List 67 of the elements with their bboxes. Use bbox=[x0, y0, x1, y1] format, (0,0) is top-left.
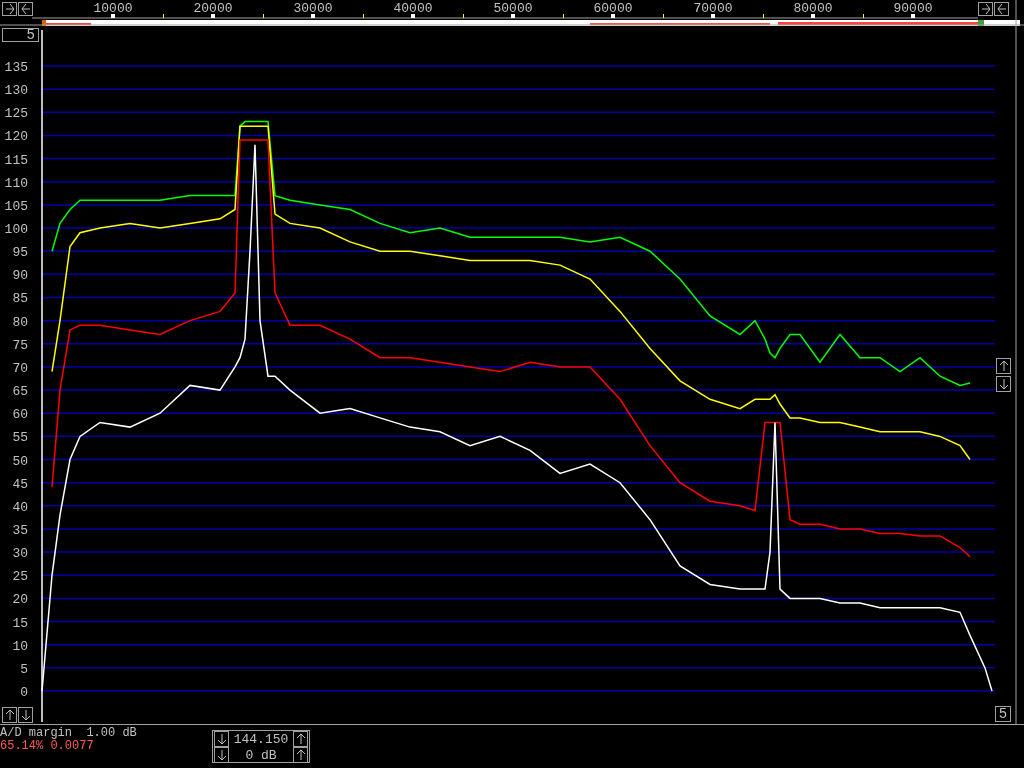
arrow-left-icon bbox=[996, 3, 1007, 15]
axis-tick-label: 125 bbox=[4, 106, 28, 122]
axis-tick-label: 105 bbox=[4, 198, 28, 214]
axis-tick-label: 20000 bbox=[193, 1, 233, 16]
axis-tick-label: 15 bbox=[12, 615, 28, 631]
axis-tick-label: 90000 bbox=[893, 1, 933, 16]
axis-tick-label: 65 bbox=[12, 384, 28, 400]
axis-tick-label: 70 bbox=[12, 360, 28, 376]
axis-tick-label: 110 bbox=[4, 175, 28, 191]
arrow-up-button[interactable] bbox=[293, 747, 308, 763]
arrow-down-icon bbox=[998, 378, 1009, 390]
axis-tick-label: 40000 bbox=[393, 1, 433, 16]
ad-margin-text: A/D margin 1.00 dB bbox=[0, 727, 138, 740]
arrow-left-icon bbox=[20, 3, 31, 15]
axis-tick-label: 0 bbox=[20, 685, 28, 700]
axis-tick-label: 75 bbox=[12, 337, 28, 353]
scale-step-button[interactable]: 5 bbox=[995, 706, 1011, 722]
axis-tick-label: 115 bbox=[4, 152, 28, 168]
arrow-up-button[interactable] bbox=[996, 358, 1011, 374]
axis-tick-label: 5 bbox=[20, 661, 28, 677]
axis-tick-label: 10 bbox=[12, 638, 28, 654]
arrow-left-button[interactable] bbox=[18, 2, 33, 16]
axis-tick-label: 20 bbox=[12, 592, 28, 608]
arrow-right-button[interactable] bbox=[2, 2, 17, 16]
axis-tick-label: 90 bbox=[12, 268, 28, 284]
axis-tick-label: 120 bbox=[4, 129, 28, 145]
axis-tick-label: 80000 bbox=[793, 1, 833, 16]
axis-tick-label: 100 bbox=[4, 222, 28, 238]
arrow-right-icon bbox=[980, 3, 991, 15]
arrow-right-icon bbox=[4, 3, 15, 15]
arrow-down-button[interactable] bbox=[214, 731, 229, 747]
arrow-down-button[interactable] bbox=[996, 376, 1011, 392]
arrow-right-button[interactable] bbox=[978, 2, 993, 16]
axis-tick-label: 50000 bbox=[493, 1, 533, 16]
axis-tick-label: 80 bbox=[12, 314, 28, 330]
axis-tick-label: 70000 bbox=[693, 1, 733, 16]
axis-tick-label: 135 bbox=[4, 60, 28, 75]
arrow-up-icon bbox=[295, 733, 306, 745]
zoom-level-button[interactable]: 5 bbox=[2, 28, 39, 42]
axis-tick-label: 55 bbox=[12, 430, 28, 446]
gain-value: 0 dB bbox=[244, 747, 278, 763]
arrow-up-icon bbox=[295, 749, 306, 761]
axis-tick-label: 50 bbox=[12, 453, 28, 469]
axis-tick-label: 25 bbox=[12, 569, 28, 585]
axis-tick-label: 30 bbox=[12, 546, 28, 562]
arrow-down-icon bbox=[216, 749, 227, 761]
arrow-up-icon bbox=[4, 709, 15, 721]
axis-tick-label: 40 bbox=[12, 499, 28, 515]
arrow-left-button[interactable] bbox=[994, 2, 1009, 16]
arrow-down-button[interactable] bbox=[214, 747, 229, 763]
axis-tick-label: 35 bbox=[12, 522, 28, 538]
arrow-up-button[interactable] bbox=[2, 707, 17, 723]
arrow-up-button[interactable] bbox=[293, 731, 308, 747]
axis-tick-label: 95 bbox=[12, 245, 28, 261]
frequency-value: 144.150 bbox=[232, 731, 290, 747]
arrow-down-icon bbox=[216, 733, 227, 745]
arrow-up-icon bbox=[998, 360, 1009, 372]
level-stats-text: 65.14% 0.0077 bbox=[0, 740, 95, 753]
arrow-down-button[interactable] bbox=[18, 707, 33, 723]
axis-tick-label: 85 bbox=[12, 291, 28, 307]
axis-tick-label: 30000 bbox=[293, 1, 333, 16]
axis-tick-label: 130 bbox=[4, 83, 28, 99]
axis-tick-label: 45 bbox=[12, 476, 28, 492]
arrow-down-icon bbox=[20, 709, 31, 721]
axis-tick-label: 60 bbox=[12, 407, 28, 423]
axis-tick-label: 60000 bbox=[593, 1, 633, 16]
axis-tick-label: 10000 bbox=[93, 1, 133, 16]
